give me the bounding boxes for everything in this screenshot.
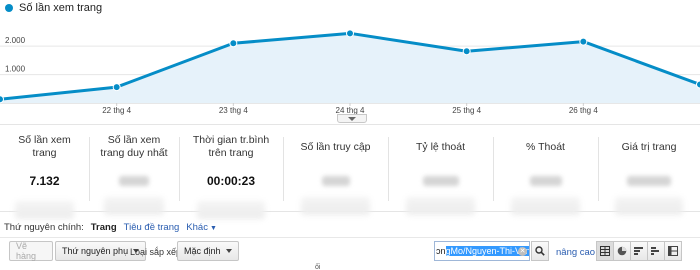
sort-type-label: Loại sắp xếp:	[130, 247, 184, 257]
metric-label: Số lần xem trang	[18, 134, 71, 159]
metric-bounce-rate: Tỷ lệ thoát	[388, 125, 493, 215]
view-pivot-button[interactable]	[664, 241, 682, 261]
metric-value: 00:00:23	[206, 174, 256, 188]
data-point	[462, 47, 471, 56]
chart-legend[interactable]: Số lần xem trang	[5, 2, 102, 14]
metric-pageviews: Số lần xem trang 7.132	[0, 125, 89, 219]
dimension-option-other-label: Khác	[186, 222, 208, 233]
advanced-filter-link[interactable]: nâng cao	[556, 247, 595, 258]
data-point	[0, 95, 4, 104]
metric-avg-time: Thời gian tr.bình trên trang 00:00:23	[179, 125, 283, 219]
metric-unique-pageviews: Số lần xem trang duy nhất	[89, 125, 179, 215]
metric-page-value: Giá trị trang	[598, 125, 700, 215]
view-pie-button[interactable]	[613, 241, 631, 261]
metric-sparkline	[615, 197, 683, 215]
metric-sparkline	[104, 197, 164, 215]
y-axis-ticks: 2.000 1.000	[5, 36, 26, 73]
pie-chart-icon	[617, 246, 627, 256]
table-view-switcher	[596, 241, 682, 261]
dimension-option-other[interactable]: Khác ▼	[186, 222, 217, 233]
metric-label: Số lần xem trang duy nhất	[100, 134, 168, 159]
legend-label: Số lần xem trang	[19, 2, 103, 14]
metric-label: Số lần truy cập	[300, 140, 371, 153]
x-tick-label: 22 thg 4	[102, 106, 131, 115]
x-tick-label: 26 thg 4	[569, 106, 598, 115]
metric-value-redacted	[119, 176, 149, 186]
sort-type-dropdown[interactable]: Mặc định	[177, 241, 239, 261]
x-tick-label: 25 thg 4	[452, 106, 481, 115]
table-toolbar: Vẽ hàng Thứ nguyên phụ Loại sắp xếp: Mặc…	[0, 237, 700, 263]
metric-sparkline	[510, 197, 581, 215]
series-area	[0, 33, 700, 103]
metric-value-redacted	[627, 176, 671, 186]
search-icon	[535, 246, 545, 256]
metric-exit-percent: % Thoát	[493, 125, 598, 215]
pageviews-chart: 2.0001.000 22 thg 4 23 thg 4 24 thg 4 25 th…	[0, 29, 700, 115]
chevron-down-icon	[348, 116, 356, 121]
metric-label: Tỷ lệ thoát	[415, 140, 466, 153]
y-tick-label: 2.000	[5, 36, 26, 45]
search-button[interactable]	[531, 241, 549, 261]
primary-dimension-label: Thứ nguyên chính:	[4, 222, 84, 233]
search-text-prefix: ɔn	[436, 246, 446, 256]
grid-icon	[600, 246, 610, 256]
dimension-option-page[interactable]: Trang	[91, 222, 117, 233]
view-data-button[interactable]	[596, 241, 614, 261]
metric-sparkline	[15, 201, 74, 219]
plot-rows-button[interactable]: Vẽ hàng	[9, 241, 53, 261]
legend-dot-icon	[5, 4, 13, 12]
secondary-dimension-label: Thứ nguyên phụ	[62, 246, 129, 256]
x-tick-label: 23 thg 4	[219, 106, 248, 115]
data-point	[112, 83, 121, 92]
bar-list-icon	[634, 247, 643, 255]
data-point	[696, 80, 700, 89]
view-comparison-button[interactable]	[647, 241, 665, 261]
metric-value-redacted	[422, 176, 459, 186]
primary-dimension-bar: Thứ nguyên chính: Trang Tiêu đề trang Kh…	[4, 222, 217, 233]
table-search-input[interactable]: ɔngMo/Nguyen-Thi-Van ✕	[434, 241, 530, 261]
data-point	[229, 39, 238, 48]
clear-icon[interactable]: ✕	[518, 247, 527, 256]
dimension-option-page-title[interactable]: Tiêu đề trang	[124, 222, 180, 233]
chevron-down-icon: ▼	[209, 225, 217, 232]
view-performance-button[interactable]	[630, 241, 648, 261]
metric-label: Thời gian tr.bình trên trang	[192, 134, 270, 159]
metric-label: % Thoát	[526, 140, 565, 153]
chart-area	[0, 33, 700, 103]
metric-sparkline	[196, 201, 266, 219]
data-point	[346, 29, 354, 38]
chevron-down-icon	[225, 249, 232, 253]
comparison-icon	[651, 247, 659, 255]
data-point	[579, 37, 588, 46]
pivot-table-icon	[668, 246, 678, 256]
metrics-summary: Số lần xem trang 7.132 Số lần xem trang …	[0, 124, 700, 219]
truncated-footer-text: ối	[315, 264, 321, 270]
chart-collapse-handle[interactable]	[337, 114, 367, 123]
metric-value-redacted	[321, 176, 350, 186]
sort-type-value: Mặc định	[184, 246, 221, 256]
metric-value-redacted	[529, 176, 562, 186]
metric-sparkline	[405, 197, 476, 215]
y-tick-label: 1.000	[5, 65, 26, 74]
metric-sparkline	[300, 197, 371, 215]
metric-value: 7.132	[29, 174, 60, 188]
metric-label: Giá trị trang	[621, 140, 677, 153]
metric-visits: Số lần truy cập	[283, 125, 388, 215]
